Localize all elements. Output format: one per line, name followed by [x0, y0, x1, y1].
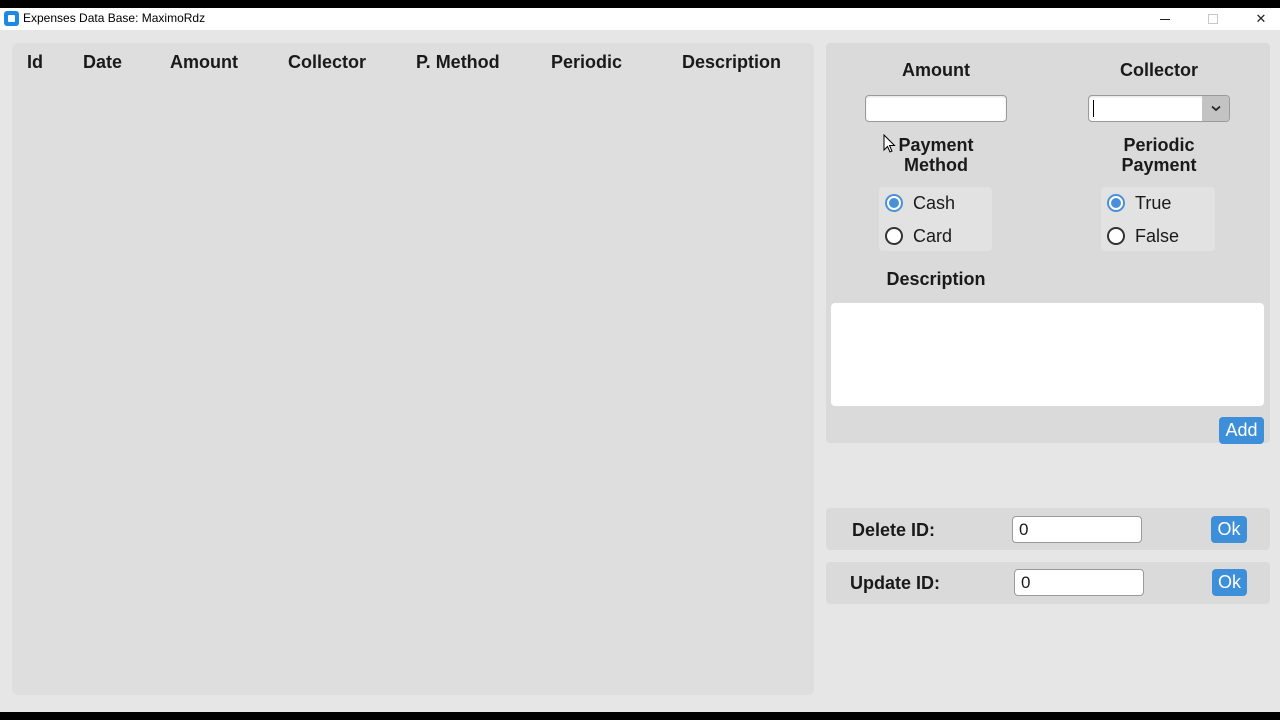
amount-input[interactable]	[865, 95, 1007, 122]
expenses-table[interactable]	[12, 43, 814, 695]
periodic-payment-label-line2: Payment	[1121, 155, 1197, 175]
radio-card-label[interactable]: Card	[913, 226, 952, 247]
description-label: Description	[886, 269, 986, 289]
radio-card-button[interactable]	[885, 227, 903, 245]
text-cursor	[1093, 100, 1094, 117]
chevron-down-icon	[1210, 105, 1221, 112]
title-bar[interactable]: Expenses Data Base: MaximoRdz ✕	[0, 8, 1280, 30]
window-title: Expenses Data Base: MaximoRdz	[23, 11, 206, 25]
column-header-date[interactable]: Date	[83, 52, 122, 73]
maximize-button[interactable]	[1190, 8, 1236, 30]
collector-dropdown-button[interactable]	[1202, 96, 1229, 121]
update-ok-button[interactable]: Ok	[1212, 569, 1247, 596]
mouse-pointer-icon	[883, 134, 896, 153]
periodic-payment-label-line1: Periodic	[1123, 135, 1195, 155]
radio-cash-label[interactable]: Cash	[913, 193, 955, 214]
radio-false-label[interactable]: False	[1135, 226, 1179, 247]
radio-true-button[interactable]	[1107, 194, 1125, 212]
amount-label: Amount	[902, 60, 970, 80]
column-header-collector[interactable]: Collector	[288, 52, 366, 73]
update-id-input[interactable]: 0	[1014, 569, 1144, 596]
radio-cash[interactable]: Cash	[885, 190, 955, 216]
delete-id-label: Delete ID:	[852, 520, 936, 540]
close-icon: ✕	[1255, 11, 1267, 26]
maximize-icon	[1208, 14, 1218, 24]
minimize-icon	[1160, 18, 1170, 20]
column-header-description[interactable]: Description	[682, 52, 781, 73]
column-header-amount[interactable]: Amount	[170, 52, 238, 73]
periodic-payment-group: True False	[1101, 187, 1215, 251]
delete-ok-button[interactable]: Ok	[1211, 516, 1247, 543]
app-icon	[4, 11, 19, 26]
radio-cash-button[interactable]	[885, 194, 903, 212]
description-textarea[interactable]	[831, 303, 1264, 406]
radio-true[interactable]: True	[1107, 190, 1171, 216]
column-header-periodic[interactable]: Periodic	[551, 52, 622, 73]
close-button[interactable]: ✕	[1238, 8, 1280, 30]
column-header-id[interactable]: Id	[27, 52, 43, 73]
update-id-label: Update ID:	[850, 573, 940, 593]
radio-true-label[interactable]: True	[1135, 193, 1171, 214]
radio-false[interactable]: False	[1107, 223, 1179, 249]
collector-label: Collector	[1119, 60, 1198, 80]
periodic-payment-label: Periodic Payment	[1099, 135, 1219, 175]
delete-id-input[interactable]: 0	[1012, 516, 1142, 543]
collector-dropdown[interactable]	[1088, 95, 1230, 122]
payment-method-label-line2: Method	[904, 155, 968, 175]
radio-card[interactable]: Card	[885, 223, 952, 249]
radio-false-button[interactable]	[1107, 227, 1125, 245]
add-button[interactable]: Add	[1219, 417, 1264, 444]
minimize-button[interactable]	[1142, 8, 1188, 30]
column-header-payment-method[interactable]: P. Method	[416, 52, 500, 73]
payment-method-group: Cash Card	[879, 187, 992, 251]
